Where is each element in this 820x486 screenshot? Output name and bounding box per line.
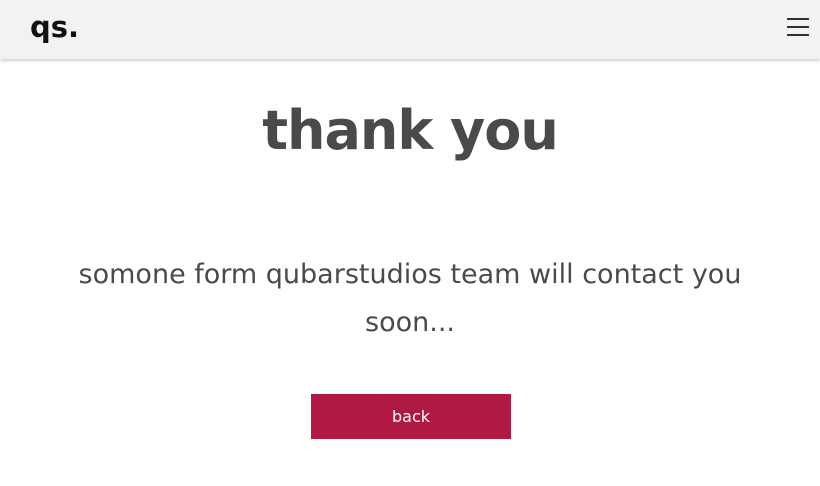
site-logo[interactable]: qs. bbox=[30, 10, 79, 44]
menu-bar-line bbox=[787, 34, 809, 36]
menu-bar-line bbox=[787, 18, 809, 20]
hamburger-menu-icon[interactable] bbox=[786, 16, 810, 40]
page-title: thank you bbox=[262, 99, 559, 162]
top-nav-bar: qs. bbox=[0, 0, 820, 59]
menu-bar-line bbox=[787, 26, 809, 28]
confirmation-message: somone form qubarstudios team will conta… bbox=[78, 259, 742, 338]
back-button[interactable]: back bbox=[311, 394, 511, 439]
